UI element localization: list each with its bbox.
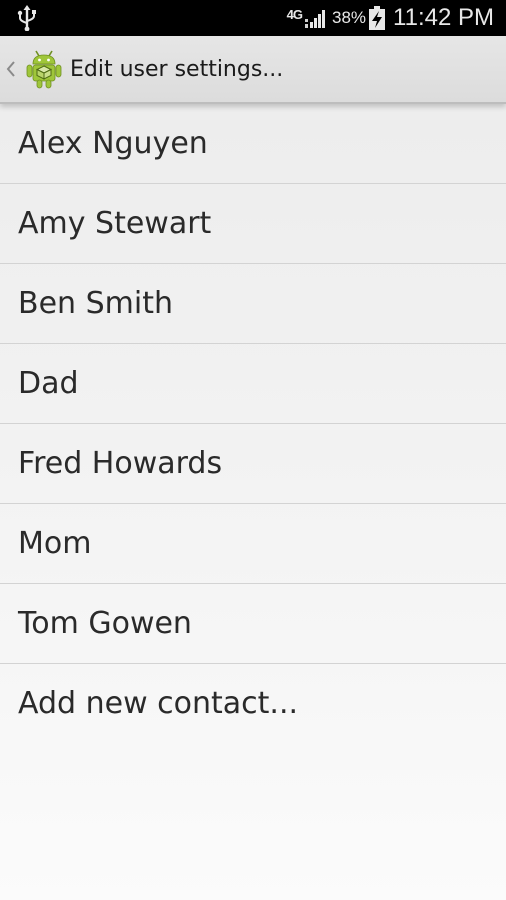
up-navigation-button[interactable] [0,36,70,102]
contact-item[interactable]: Dad [0,344,506,424]
contact-item[interactable]: Tom Gowen [0,584,506,664]
status-bar: 4G 38% 11:42 PM [0,0,506,36]
battery-percent: 38% [332,8,367,27]
status-indicators: 4G 38% 11:42 PM [287,0,494,36]
contact-item[interactable]: Amy Stewart [0,184,506,264]
android-app-icon [26,50,62,89]
contact-item[interactable]: Alex Nguyen [0,104,506,184]
signal-icon [305,10,326,28]
clock: 11:42 PM [393,4,494,31]
network-type-label: 4G [286,6,303,22]
contact-list: Alex Nguyen Amy Stewart Ben Smith Dad Fr… [0,104,506,743]
battery-charging-icon [369,6,386,30]
back-chevron-icon [6,61,15,77]
action-bar: Edit user settings... [0,36,506,104]
contact-item[interactable]: Fred Howards [0,424,506,504]
usb-icon [17,5,36,31]
contact-item[interactable]: Mom [0,504,506,584]
contact-item[interactable]: Ben Smith [0,264,506,344]
action-bar-title: Edit user settings... [70,56,284,82]
add-new-contact-item[interactable]: Add new contact... [0,664,506,743]
